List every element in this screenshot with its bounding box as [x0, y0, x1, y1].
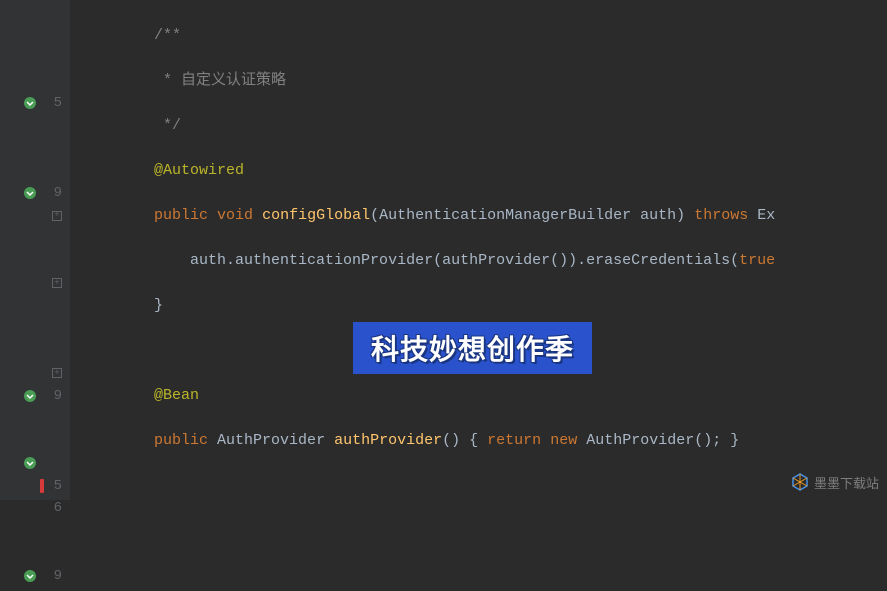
watermark: 墨墨下载站	[790, 472, 879, 492]
code-text: () {	[442, 432, 478, 449]
code-text: *	[82, 72, 181, 89]
watermark-logo-icon	[790, 472, 810, 492]
code-text: 自定义认证策略	[181, 72, 286, 89]
editor-gutter: 5 9 + + + 9	[0, 0, 70, 500]
fold-icon[interactable]: +	[52, 368, 62, 378]
code-text: AuthProvider(); }	[586, 432, 739, 449]
code-text: auth.authenticationProvider(authProvider…	[190, 252, 739, 269]
keyword: return	[487, 432, 541, 449]
code-text	[82, 252, 190, 269]
annotation: @Bean	[154, 387, 199, 404]
type: AuthProvider	[217, 432, 325, 449]
overlay-banner: 科技妙想创作季	[353, 322, 592, 374]
override-icon[interactable]	[22, 185, 38, 201]
override-icon[interactable]	[22, 388, 38, 404]
method-name: authProvider	[334, 432, 442, 449]
keyword: public	[154, 207, 208, 224]
method-name: configGlobal	[262, 207, 370, 224]
fold-icon[interactable]: +	[52, 211, 62, 221]
literal: true	[739, 252, 775, 269]
keyword: new	[550, 432, 577, 449]
keyword: public	[154, 432, 208, 449]
code-text: Ex	[757, 207, 775, 224]
code-editor: 5 9 + + + 9	[0, 0, 887, 500]
bookmark-icon[interactable]	[40, 479, 44, 493]
override-icon[interactable]	[22, 568, 38, 584]
code-text: /**	[82, 27, 181, 44]
code-text: (AuthenticationManagerBuilder auth)	[370, 207, 685, 224]
code-text: */	[82, 117, 181, 134]
code-text: }	[82, 297, 163, 314]
banner-text: 科技妙想创作季	[371, 334, 574, 365]
keyword: throws	[694, 207, 748, 224]
code-content[interactable]: /** * 自定义认证策略 */ @Autowired public void …	[70, 0, 887, 500]
watermark-text: 墨墨下载站	[814, 473, 879, 492]
fold-icon[interactable]: +	[52, 278, 62, 288]
annotation: @Autowired	[154, 162, 244, 179]
override-icon[interactable]	[22, 95, 38, 111]
override-icon[interactable]	[22, 455, 38, 471]
keyword: void	[217, 207, 253, 224]
